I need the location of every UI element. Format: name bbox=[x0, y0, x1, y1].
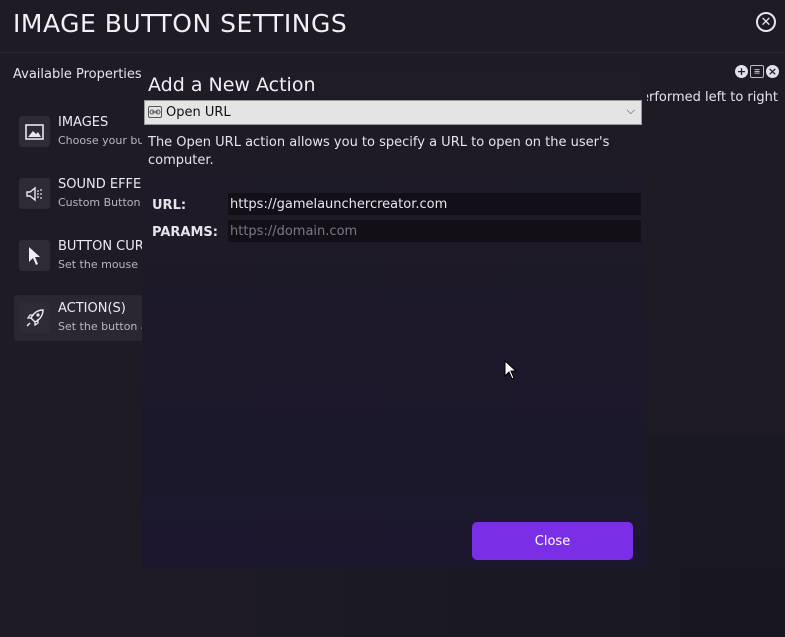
action-toolbar: + ≡ × bbox=[735, 65, 779, 78]
edit-list-icon[interactable]: ≡ bbox=[750, 65, 764, 78]
background-strip bbox=[258, 568, 785, 637]
window-title: IMAGE BUTTON SETTINGS bbox=[13, 9, 348, 38]
property-desc: Custom Button S bbox=[58, 196, 145, 209]
params-input[interactable] bbox=[228, 220, 641, 242]
close-button[interactable]: Close bbox=[472, 522, 633, 560]
action-type-select[interactable]: Open URL ⌵ bbox=[144, 100, 642, 125]
url-input[interactable] bbox=[228, 193, 641, 215]
sound-icon bbox=[19, 178, 50, 209]
property-actions[interactable]: ACTION(S) Set the button a bbox=[14, 295, 145, 341]
property-button-cursor[interactable]: BUTTON CUR Set the mouse cu bbox=[14, 233, 145, 279]
property-desc: Set the mouse cu bbox=[58, 258, 145, 271]
property-title: BUTTON CUR bbox=[58, 239, 144, 254]
property-title: SOUND EFFEC bbox=[58, 177, 145, 192]
property-title: IMAGES bbox=[58, 115, 109, 130]
rocket-icon bbox=[19, 302, 50, 333]
mouse-pointer-icon bbox=[504, 360, 518, 380]
property-desc: Choose your but bbox=[58, 134, 145, 147]
property-title: ACTION(S) bbox=[58, 301, 126, 316]
title-bar: IMAGE BUTTON SETTINGS ✕ bbox=[0, 0, 785, 53]
link-icon bbox=[148, 106, 162, 118]
add-action-dialog: Add a New Action Open URL ⌵ The Open URL… bbox=[142, 66, 647, 568]
property-images[interactable]: IMAGES Choose your but bbox=[14, 109, 145, 155]
property-desc: Set the button a bbox=[58, 320, 145, 333]
url-label: URL: bbox=[152, 198, 187, 213]
cursor-icon bbox=[19, 240, 50, 271]
add-action-icon[interactable]: + bbox=[735, 65, 748, 78]
remove-action-icon[interactable]: × bbox=[766, 65, 779, 78]
action-description: The Open URL action allows you to specif… bbox=[148, 135, 610, 168]
image-icon bbox=[19, 116, 50, 147]
close-circle-icon[interactable]: ✕ bbox=[756, 12, 776, 32]
dialog-title: Add a New Action bbox=[148, 74, 316, 96]
chevron-down-icon: ⌵ bbox=[626, 104, 635, 117]
property-sound-effects[interactable]: SOUND EFFEC Custom Button S bbox=[14, 171, 145, 217]
actions-order-note: erformed left to right bbox=[641, 90, 778, 105]
select-value: Open URL bbox=[166, 105, 231, 120]
background-panel bbox=[648, 433, 785, 568]
available-properties-heading: Available Properties bbox=[13, 67, 142, 82]
params-label: PARAMS: bbox=[152, 225, 218, 240]
